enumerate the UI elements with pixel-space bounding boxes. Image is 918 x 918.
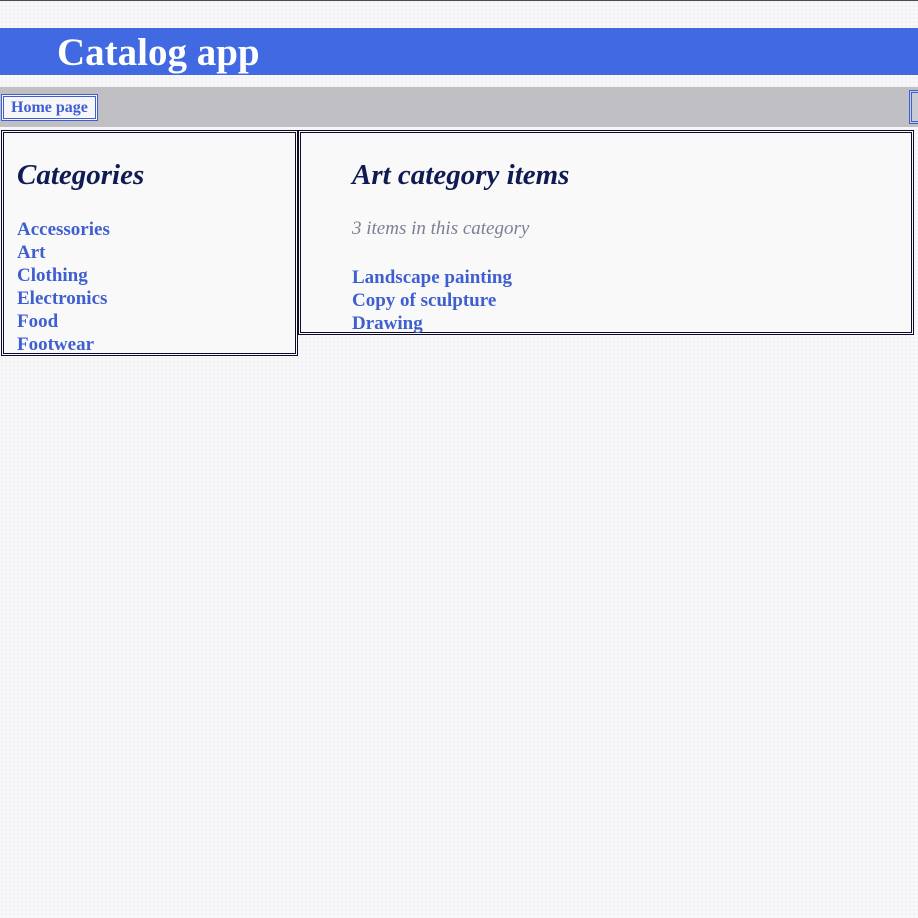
list-item: Clothing [17,264,110,287]
top-rule [0,0,918,1]
category-list: Accessories Art Clothing Electronics Foo… [17,218,110,356]
categories-panel: Categories Accessories Art Clothing Elec… [1,130,298,356]
category-link-food[interactable]: Food [17,311,58,332]
item-list: Landscape painting Copy of sculpture Dra… [352,266,512,335]
items-panel: Art category items 3 items in this categ… [298,130,914,335]
list-item: Landscape painting [352,266,512,289]
right-nav-button[interactable] [909,90,918,124]
list-item: Copy of sculpture [352,289,512,312]
item-count-text: 3 items in this category [352,218,530,239]
category-link-accessories[interactable]: Accessories [17,219,110,240]
items-heading: Art category items [352,159,570,191]
app-title: Catalog app [57,31,260,74]
list-item: Accessories [17,218,110,241]
app-header: Catalog app [0,28,918,75]
list-item: Art [17,241,110,264]
list-item: Footwear [17,333,110,356]
item-link-drawing[interactable]: Drawing [352,313,423,334]
category-link-electronics[interactable]: Electronics [17,288,107,309]
home-page-button[interactable]: Home page [1,94,98,121]
navbar: Home page [0,87,918,127]
list-item: Electronics [17,287,110,310]
item-link-landscape-painting[interactable]: Landscape painting [352,267,512,288]
category-link-clothing[interactable]: Clothing [17,265,88,286]
list-item: Drawing [352,312,512,335]
item-link-copy-of-sculpture[interactable]: Copy of sculpture [352,290,496,311]
list-item: Food [17,310,110,333]
category-link-art[interactable]: Art [17,242,45,263]
categories-heading: Categories [17,159,145,191]
category-link-footwear[interactable]: Footwear [17,334,94,355]
